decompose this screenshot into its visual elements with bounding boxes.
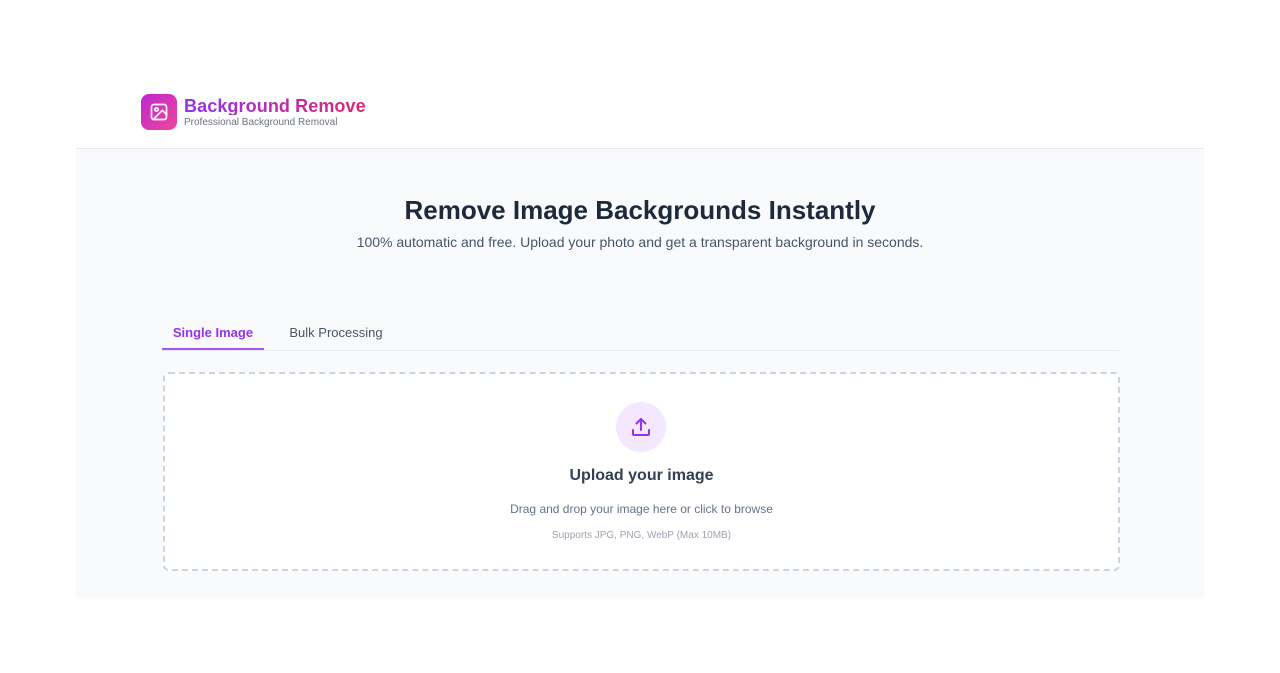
page-title: Remove Image Backgrounds Instantly — [404, 195, 876, 225]
page-subtitle: 100% automatic and free. Upload your pho… — [356, 234, 924, 250]
upload-dropzone[interactable]: Upload your image Drag and drop your ima… — [163, 372, 1120, 571]
image-icon — [141, 94, 177, 130]
upload-instruction: Drag and drop your image here or click t… — [510, 502, 773, 516]
upload-title: Upload your image — [569, 467, 714, 484]
brand-tagline: Professional Background Removal — [184, 116, 338, 128]
main-content: Remove Image Backgrounds Instantly 100% … — [76, 149, 1204, 598]
site-header: Background Remove Professional Backgroun… — [76, 0, 1204, 149]
mode-tabs: Single Image Bulk Processing — [162, 319, 1119, 351]
upload-icon — [616, 402, 666, 452]
app-frame: Background Remove Professional Backgroun… — [76, 0, 1204, 598]
upload-formats: Supports JPG, PNG, WebP (Max 10MB) — [551, 530, 732, 541]
tab-single-image[interactable]: Single Image — [162, 319, 264, 350]
brand-text: Background Remove Professional Backgroun… — [184, 97, 366, 128]
brand-logo[interactable]: Background Remove Professional Backgroun… — [141, 94, 366, 130]
brand-name: Background Remove — [184, 95, 366, 116]
tab-bulk-processing[interactable]: Bulk Processing — [280, 319, 392, 348]
